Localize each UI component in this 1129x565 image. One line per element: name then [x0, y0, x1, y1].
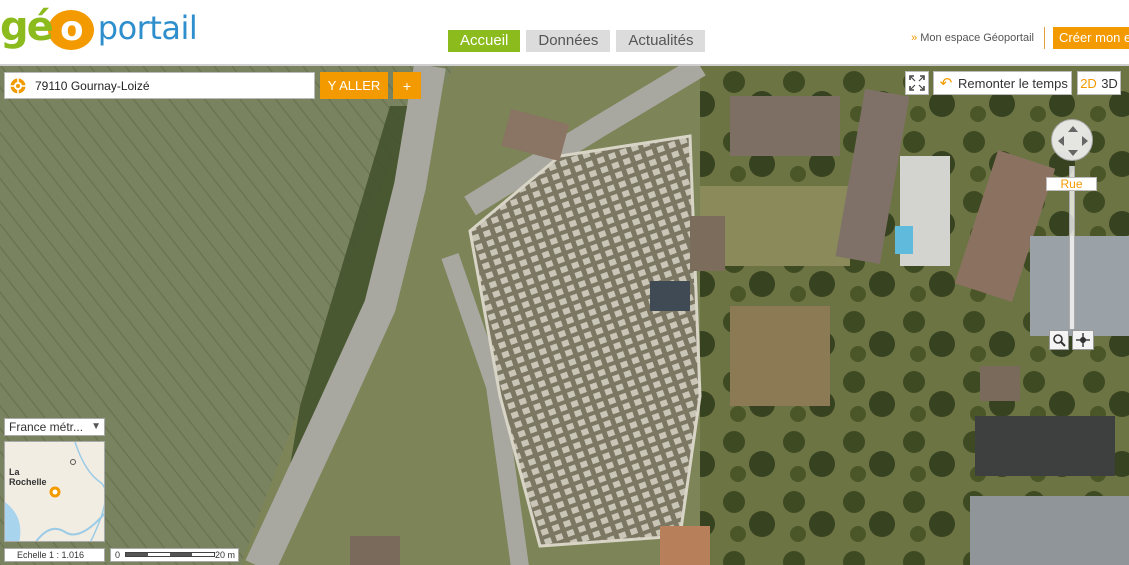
pan-control[interactable]	[1051, 119, 1093, 161]
more-options-button[interactable]: +	[393, 72, 421, 99]
overview-map[interactable]: La Rochelle	[4, 441, 105, 542]
view-3d-button[interactable]: 3D	[1101, 76, 1118, 91]
crosshair-icon	[10, 77, 26, 94]
time-travel-button[interactable]: ↶ Remonter le temps	[933, 71, 1072, 95]
time-travel-label: Remonter le temps	[958, 75, 1068, 91]
fullscreen-icon	[909, 75, 925, 91]
aerial-imagery	[0, 66, 1129, 565]
scale-distance: 20 m	[215, 550, 236, 560]
search-input[interactable]	[31, 74, 306, 97]
scale-ratio: Echelle 1 : 1.016	[4, 548, 105, 562]
scale-bar: 0 20 m	[110, 548, 239, 562]
geoportail-logo[interactable]: gé o portail	[0, 4, 198, 52]
go-button[interactable]: Y ALLER	[320, 72, 388, 99]
logo-geo: gé o	[0, 7, 94, 50]
header: gé o portail Accueil Données Actualités »…	[0, 0, 1129, 64]
zoom-level-label[interactable]: Rue	[1046, 177, 1097, 191]
pan-arrows-icon	[1058, 126, 1088, 156]
recenter-button[interactable]	[1072, 330, 1094, 350]
zoom-search-button[interactable]	[1049, 330, 1069, 350]
tab-donnees[interactable]: Données	[526, 30, 611, 52]
create-account-button[interactable]: Créer mon e	[1053, 27, 1129, 49]
view-toggle: 2D 3D	[1077, 71, 1121, 95]
scale-bar-graphic	[125, 552, 215, 557]
mon-espace-link[interactable]: » Mon espace Géoportail	[911, 27, 1045, 49]
search-box	[4, 72, 315, 99]
undo-arrow-icon: ↶	[939, 75, 953, 92]
view-2d-button[interactable]: 2D	[1080, 76, 1097, 91]
target-icon	[1076, 333, 1090, 347]
tab-actualites[interactable]: Actualités	[616, 30, 706, 52]
overview-map-image	[5, 442, 104, 541]
map-view[interactable]: Y ALLER + ↶ Remonter le temps 2D 3D Rue …	[0, 64, 1129, 565]
geoportail-app: gé o portail Accueil Données Actualités »…	[0, 0, 1129, 565]
dropdown-arrow-icon: ▼	[91, 421, 101, 432]
user-links: » Mon espace Géoportail Créer mon e	[911, 27, 1129, 49]
scale-zero: 0	[115, 550, 121, 560]
chevron-right-icon: »	[911, 32, 918, 44]
territory-value: France métr...	[9, 420, 84, 434]
locate-icon[interactable]	[5, 73, 31, 98]
tab-accueil[interactable]: Accueil	[448, 30, 521, 52]
overview-city-label: La Rochelle	[9, 467, 47, 487]
logo-portail: portail	[97, 9, 198, 47]
mon-espace-label: Mon espace Géoportail	[920, 32, 1034, 44]
territory-select[interactable]: France métr... ▼	[4, 418, 105, 436]
main-nav: Accueil Données Actualités	[448, 30, 706, 52]
fullscreen-button[interactable]	[905, 71, 929, 95]
magnifier-icon	[1053, 334, 1066, 347]
